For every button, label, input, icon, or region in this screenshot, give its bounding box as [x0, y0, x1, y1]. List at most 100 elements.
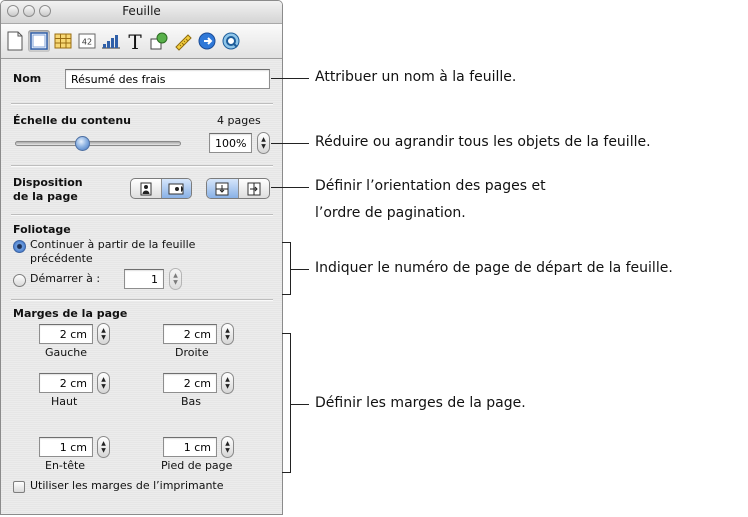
sheet-inspector-button[interactable]: [28, 30, 50, 52]
name-label: Nom: [13, 72, 42, 85]
scale-percent-field[interactable]: 100%: [209, 133, 252, 153]
printer-margins-label: Utiliser les marges de l’imprimante: [30, 479, 224, 492]
metrics-icon: [175, 34, 192, 51]
left-to-right-icon: [247, 182, 261, 195]
stepper-down-icon: ▼: [225, 333, 230, 341]
stepper-up-icon: ▲: [225, 439, 230, 447]
landscape-icon: [168, 183, 184, 194]
header-margin-stepper[interactable]: ▲ ▼: [97, 436, 110, 458]
svg-text:42: 42: [82, 38, 92, 47]
table-icon: [54, 33, 72, 49]
right-margin-label: Droite: [175, 346, 209, 359]
portrait-orientation-button[interactable]: [131, 179, 161, 198]
callout-leader-scale: [271, 143, 309, 144]
top-to-bottom-icon: [215, 182, 229, 195]
table-inspector-button[interactable]: [52, 30, 74, 52]
header-margin-label: En-tête: [45, 459, 86, 472]
top-to-bottom-order-button[interactable]: [207, 179, 238, 198]
separator: [11, 165, 273, 167]
callout-bracket-numbering-bottom: [282, 294, 291, 295]
continue-numbering-label: Continuer à partir de la feuille: [30, 238, 196, 251]
chart-inspector-button[interactable]: [100, 30, 122, 52]
callout-margins: Définir les marges de la page.: [315, 395, 526, 411]
bottom-margin-stepper[interactable]: ▲ ▼: [221, 372, 234, 394]
footer-margin-field[interactable]: 1 cm: [163, 437, 217, 457]
text-inspector-button[interactable]: T: [124, 30, 146, 52]
callout-scale: Réduire ou agrandir tous les objets de l…: [315, 134, 651, 150]
layout-label: Disposition: [13, 176, 83, 189]
title-bar: Feuille: [1, 1, 282, 24]
top-margin-stepper[interactable]: ▲ ▼: [97, 372, 110, 394]
stepper-down-icon: ▼: [261, 142, 266, 150]
document-icon: [7, 31, 23, 51]
stepper-down-icon: ▼: [225, 446, 230, 454]
start-at-radio[interactable]: [13, 274, 26, 287]
continue-numbering-radio[interactable]: [13, 240, 26, 253]
format-inspector-button[interactable]: 42: [76, 30, 98, 52]
right-margin-field[interactable]: 2 cm: [163, 324, 217, 344]
landscape-orientation-button[interactable]: [160, 179, 191, 198]
stepper-down-icon: ▼: [173, 278, 178, 286]
document-inspector-button[interactable]: [4, 30, 26, 52]
layout-label-line2: de la page: [13, 190, 78, 203]
callout-leader-margins: [290, 404, 309, 405]
scale-slider-knob[interactable]: [75, 136, 91, 151]
hyperlink-icon: [198, 32, 216, 50]
metrics-inspector-button[interactable]: [172, 30, 194, 52]
stepper-down-icon: ▼: [101, 382, 106, 390]
cell-format-icon: 42: [78, 33, 96, 49]
top-margin-field[interactable]: 2 cm: [39, 373, 93, 393]
graphic-inspector-button[interactable]: [148, 30, 170, 52]
stepper-up-icon: ▲: [101, 375, 106, 383]
start-page-stepper[interactable]: ▲ ▼: [169, 268, 182, 290]
callout-layout: Définir l’orientation des pages et: [315, 178, 546, 194]
stepper-down-icon: ▼: [101, 446, 106, 454]
inspector-toolbar: 42 T: [1, 24, 282, 59]
callout-name: Attribuer un nom à la feuille.: [315, 69, 517, 85]
stepper-up-icon: ▲: [225, 375, 230, 383]
content-scale-label: Échelle du contenu: [13, 114, 131, 127]
quicktime-icon: [222, 32, 240, 50]
callout-bracket-margins-bottom: [282, 472, 291, 473]
text-icon: T: [128, 31, 142, 51]
page-count-label: 4 pages: [217, 114, 261, 127]
sheet-inspector-pane: Nom Résumé des frais Échelle du contenu …: [1, 59, 282, 514]
callout-leader-name: [271, 78, 309, 79]
graphic-icon: [150, 32, 168, 50]
page-order-segmented-control[interactable]: [206, 178, 270, 199]
quicktime-inspector-button[interactable]: [220, 30, 242, 52]
window-title: Feuille: [122, 4, 161, 18]
footer-margin-label: Pied de page: [161, 459, 233, 472]
left-margin-stepper[interactable]: ▲ ▼: [97, 323, 110, 345]
stepper-up-icon: ▲: [225, 326, 230, 334]
bottom-margin-field[interactable]: 2 cm: [163, 373, 217, 393]
portrait-icon: [140, 182, 152, 195]
printer-margins-checkbox[interactable]: [13, 481, 25, 493]
stepper-up-icon: ▲: [173, 271, 178, 279]
header-margin-field[interactable]: 1 cm: [39, 437, 93, 457]
separator: [11, 103, 273, 105]
hyperlink-inspector-button[interactable]: [196, 30, 218, 52]
right-margin-stepper[interactable]: ▲ ▼: [221, 323, 234, 345]
scale-slider-track[interactable]: [15, 141, 181, 146]
footer-margin-stepper[interactable]: ▲ ▼: [221, 436, 234, 458]
top-margin-label: Haut: [51, 395, 78, 408]
sheet-name-field[interactable]: Résumé des frais: [65, 69, 270, 89]
callout-leader-numbering: [290, 269, 309, 270]
left-to-right-order-button[interactable]: [237, 179, 270, 198]
start-page-field[interactable]: 1: [124, 269, 164, 289]
page-numbering-label: Foliotage: [13, 223, 71, 236]
stepper-down-icon: ▼: [225, 382, 230, 390]
continue-numbering-label-line2: précédente: [30, 252, 93, 265]
svg-text:T: T: [128, 31, 142, 51]
scale-stepper[interactable]: ▲ ▼: [257, 132, 270, 154]
stepper-up-icon: ▲: [261, 135, 266, 143]
page-margins-label: Marges de la page: [13, 307, 128, 320]
separator: [11, 299, 273, 301]
stepper-down-icon: ▼: [101, 333, 106, 341]
orientation-segmented-control[interactable]: [130, 178, 192, 199]
callout-numbering: Indiquer le numéro de page de départ de …: [315, 260, 673, 276]
sheet-inspector-window: Feuille 42 T Nom Résumé des frais Échell…: [0, 0, 283, 515]
stepper-up-icon: ▲: [101, 439, 106, 447]
left-margin-field[interactable]: 2 cm: [39, 324, 93, 344]
